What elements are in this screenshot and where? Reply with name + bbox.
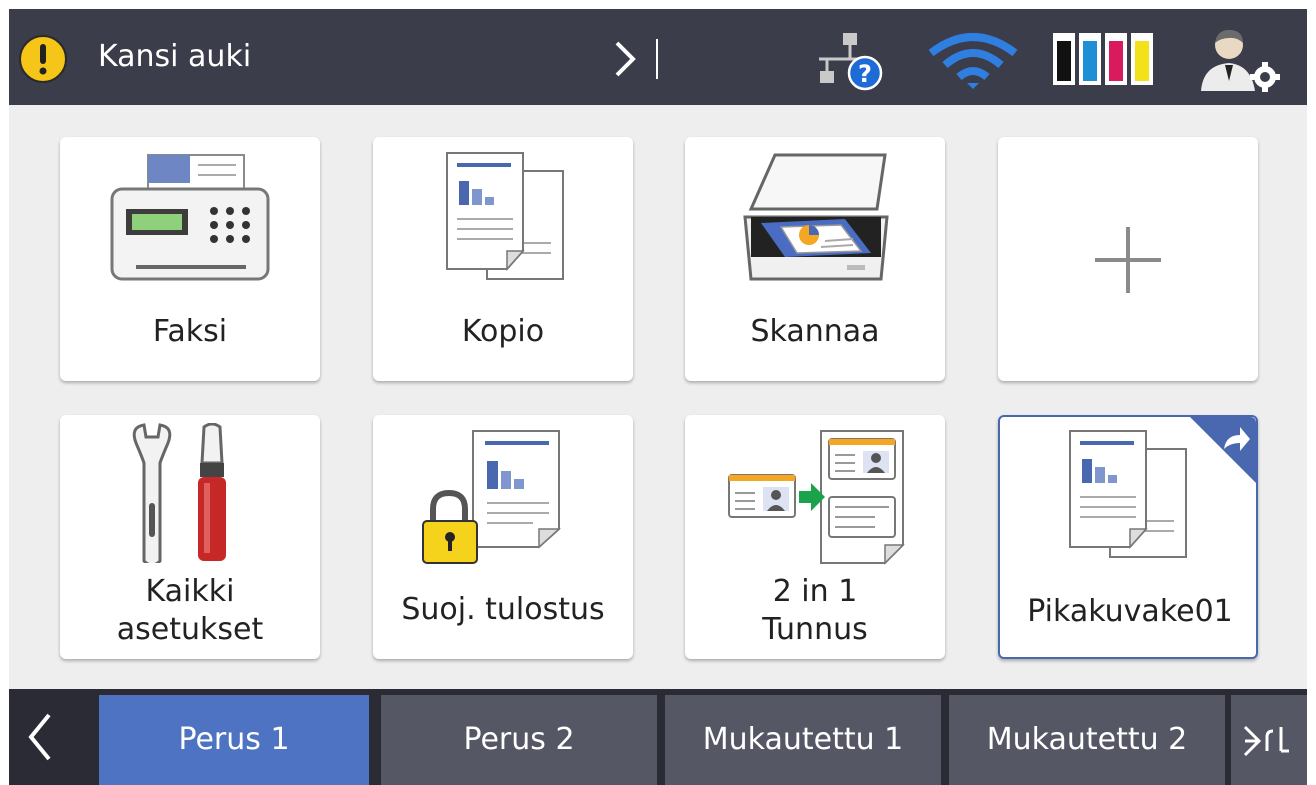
wired-network-icon[interactable]: ? <box>809 31 885 91</box>
id-copy-tile[interactable]: 2 in 1 Tunnus <box>685 415 945 659</box>
secure-print-tile[interactable]: Suoj. tulostus <box>373 415 633 659</box>
status-bar: Kansi auki ? <box>9 9 1307 105</box>
home-tab-bar: Perus 1 Perus 2 Mukautettu 1 Mukautettu … <box>9 689 1307 785</box>
fax-tile[interactable]: Faksi <box>60 137 320 381</box>
tab-more[interactable] <box>1231 695 1307 785</box>
printer-home-screen: Kansi auki ? Faksi Kopio Skannaa Kaikki … <box>9 9 1307 785</box>
copy-icon <box>446 152 564 280</box>
all-settings-tile[interactable]: Kaikki asetukset <box>60 415 320 659</box>
id-copy-icon <box>728 430 905 565</box>
tile-label-line2: Tunnus <box>762 612 868 647</box>
tile-label: Pikakuvake01 <box>1027 594 1233 629</box>
tile-label: Kopio <box>461 314 545 349</box>
tab-perus-2[interactable]: Perus 2 <box>381 695 657 785</box>
tab-mukautettu-1[interactable]: Mukautettu 1 <box>665 695 941 785</box>
chevron-left-icon[interactable] <box>9 689 99 785</box>
secure-print-icon <box>422 430 561 564</box>
shortcut-document-icon <box>1069 430 1187 558</box>
tile-label-line1: 2 in 1 <box>772 574 858 609</box>
fax-icon <box>110 154 270 281</box>
ink-levels-icon[interactable] <box>1051 31 1155 87</box>
more-tabs-icon <box>1243 725 1289 757</box>
tab-mukautettu-2[interactable]: Mukautettu 2 <box>949 695 1225 785</box>
scan-tile[interactable]: Skannaa <box>685 137 945 381</box>
function-tile-grid: Faksi Kopio Skannaa Kaikki asetukset Suo… <box>9 105 1307 689</box>
tile-label: Skannaa <box>750 314 880 349</box>
admin-settings-icon[interactable] <box>1191 25 1287 93</box>
chevron-right-icon[interactable] <box>607 37 667 81</box>
add-shortcut-tile[interactable] <box>998 137 1258 381</box>
plus-icon <box>1095 227 1161 293</box>
tile-label-line2: asetukset <box>116 612 264 647</box>
wifi-icon[interactable] <box>927 31 1019 91</box>
scan-icon <box>743 153 889 281</box>
status-message[interactable]: Kansi auki <box>98 39 251 75</box>
tab-perus-1[interactable]: Perus 1 <box>99 695 369 785</box>
tools-icon <box>132 423 226 563</box>
warning-icon[interactable] <box>19 35 67 83</box>
tile-label: Suoj. tulostus <box>401 592 605 627</box>
shortcut-tile[interactable]: Pikakuvake01 <box>998 415 1258 659</box>
tile-label-line1: Kaikki <box>145 574 235 609</box>
copy-tile[interactable]: Kopio <box>373 137 633 381</box>
tile-label: Faksi <box>152 314 228 349</box>
svg-text:?: ? <box>858 60 872 88</box>
